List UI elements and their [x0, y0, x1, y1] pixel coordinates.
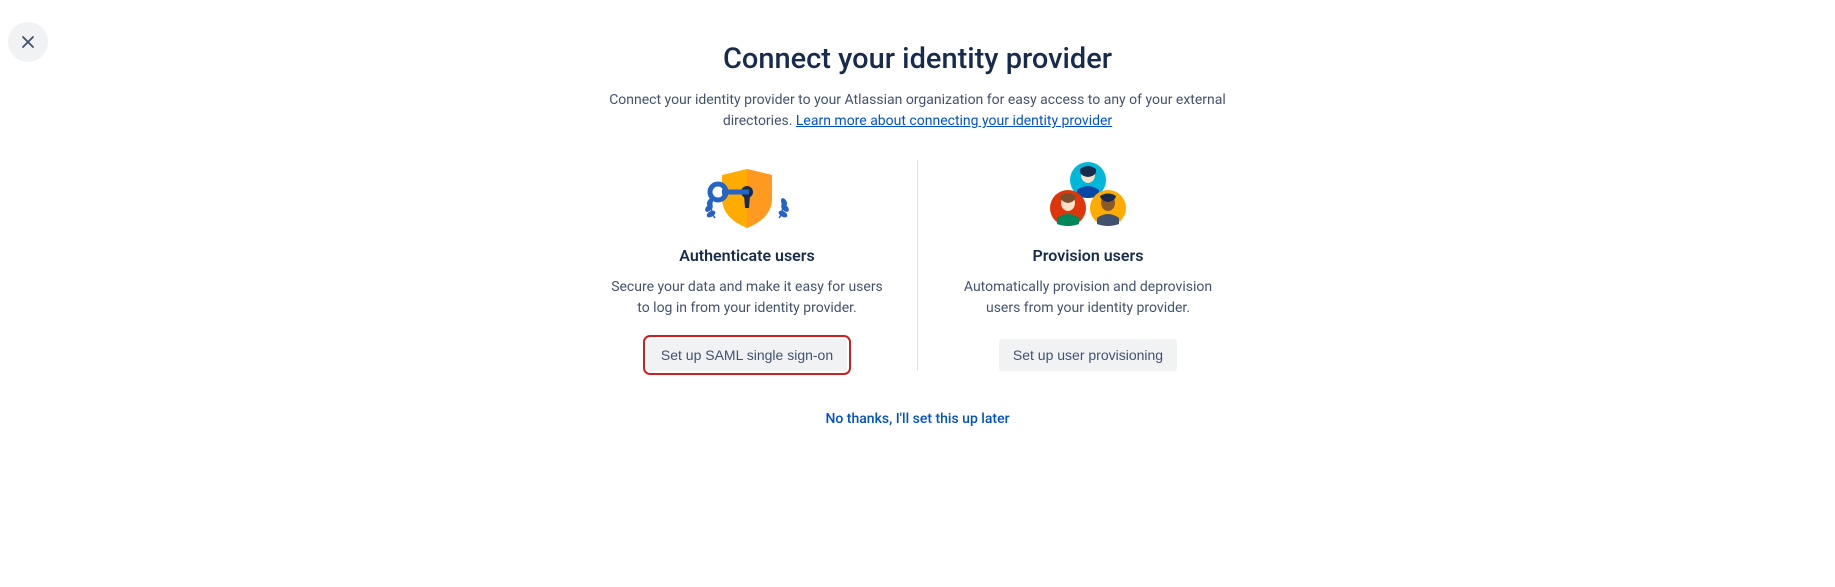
- main-content: Connect your identity provider Connect y…: [528, 0, 1308, 427]
- provision-illustration: [1033, 160, 1143, 240]
- authenticate-title: Authenticate users: [679, 246, 815, 265]
- provision-title: Provision users: [1032, 246, 1143, 265]
- card-divider: [917, 160, 918, 371]
- provision-description: Automatically provision and deprovision …: [948, 277, 1228, 319]
- option-cards: Authenticate users Secure your data and …: [528, 160, 1308, 371]
- authenticate-card: Authenticate users Secure your data and …: [587, 160, 907, 371]
- shield-key-icon: [692, 160, 802, 240]
- setup-saml-button[interactable]: Set up SAML single sign-on: [647, 339, 847, 371]
- close-icon: [18, 32, 38, 52]
- page-title: Connect your identity provider: [528, 42, 1308, 76]
- close-button[interactable]: [8, 22, 48, 62]
- users-avatars-icon: [1033, 160, 1143, 240]
- setup-provisioning-button[interactable]: Set up user provisioning: [999, 339, 1177, 371]
- authenticate-illustration: [692, 160, 802, 240]
- provision-card: Provision users Automatically provision …: [928, 160, 1248, 371]
- authenticate-description: Secure your data and make it easy for us…: [607, 277, 887, 319]
- learn-more-link[interactable]: Learn more about connecting your identit…: [796, 113, 1112, 129]
- skip-link[interactable]: No thanks, I'll set this up later: [825, 411, 1009, 427]
- page-subtitle: Connect your identity provider to your A…: [598, 90, 1238, 132]
